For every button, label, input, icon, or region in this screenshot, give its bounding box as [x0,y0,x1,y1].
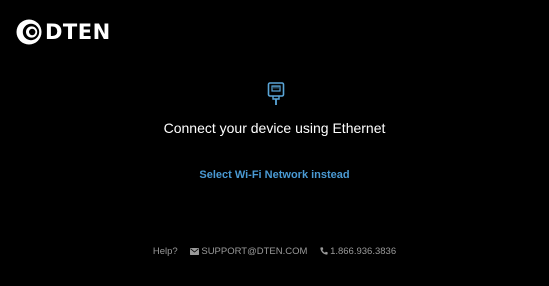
support-phone-text: 1.866.936.3836 [330,246,397,257]
select-wifi-network-link[interactable]: Select Wi-Fi Network instead [0,168,549,182]
support-email-text: SUPPORT@DTEN.COM [201,246,308,257]
brand-name: DTEN [45,20,111,44]
support-footer: Help? SUPPORT@DTEN.COM 1.866.936.3836 [0,246,549,259]
brand-logo: DTEN [16,19,111,45]
setup-screen: DTEN Connect your device using Ethernet … [0,0,549,286]
dten-logo-mark-icon [16,19,42,45]
ethernet-icon [267,82,285,105]
support-email[interactable]: SUPPORT@DTEN.COM [190,246,307,258]
phone-icon [320,247,328,256]
mail-icon [190,247,200,255]
help-label: Help? [152,246,178,257]
support-phone[interactable]: 1.866.936.3836 [320,246,396,258]
page-title: Connect your device using Ethernet [163,120,386,136]
